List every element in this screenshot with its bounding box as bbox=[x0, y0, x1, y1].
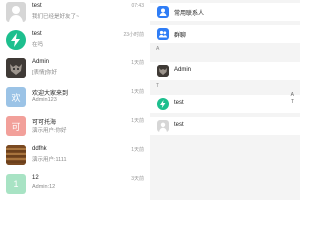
chat-last-message: 在吗 bbox=[32, 42, 44, 48]
chat-last-message: Admin:12 bbox=[32, 184, 56, 190]
chat-name: test bbox=[32, 3, 42, 9]
chat-item[interactable]: test 我们已经是好友了~ 07:43 bbox=[0, 2, 150, 28]
chat-time: 1天前 bbox=[131, 60, 144, 66]
avatar-text: 欢 bbox=[11, 92, 21, 103]
chat-name: 12 bbox=[32, 175, 39, 181]
contact-label: test bbox=[174, 100, 184, 106]
chat-last-message: 演示用户:你好 bbox=[32, 128, 67, 134]
index-letter-t[interactable]: T bbox=[291, 99, 294, 105]
default-person-icon bbox=[6, 2, 26, 22]
chat-name: 可可托海 bbox=[32, 120, 57, 126]
chat-last-message: Admin123 bbox=[32, 97, 57, 103]
chat-last-message: 演示用户:1111 bbox=[32, 157, 67, 163]
frequent-contacts-item[interactable]: 常用联系人 bbox=[150, 3, 300, 21]
wolf-photo-icon bbox=[157, 65, 169, 77]
avatar-text: 可 bbox=[11, 121, 21, 132]
avatar-text: 1 bbox=[13, 179, 19, 189]
person-icon bbox=[157, 6, 169, 18]
text-avatar: 欢 bbox=[6, 87, 26, 107]
chat-item[interactable]: 欢 欢迎大家来到 Admin123 1天前 bbox=[0, 87, 150, 113]
text-avatar: 1 bbox=[6, 174, 26, 194]
contact-label: Admin bbox=[174, 67, 192, 73]
chat-name: test bbox=[32, 31, 42, 37]
chat-item[interactable]: 可 可可托海 演示用户:你好 1天前 bbox=[0, 116, 150, 142]
chat-time: 1天前 bbox=[131, 147, 144, 153]
chat-time: 07:43 bbox=[131, 3, 144, 9]
chat-name: ddfhk bbox=[32, 146, 47, 152]
lightning-icon bbox=[157, 98, 169, 110]
chat-time: 1天前 bbox=[131, 118, 144, 124]
group-icon bbox=[157, 28, 169, 40]
contact-label: 常用联系人 bbox=[174, 11, 205, 17]
contact-label: test bbox=[174, 122, 184, 128]
contacts-panel: 常用联系人 群聊 A Admin T test test A T bbox=[150, 0, 300, 200]
contact-label: 群聊 bbox=[174, 33, 187, 39]
chat-name: 欢迎大家来到 bbox=[32, 91, 69, 97]
chat-last-message: 我们已经是好友了~ bbox=[32, 14, 80, 20]
lightning-icon bbox=[6, 30, 26, 50]
section-header-a: A bbox=[156, 46, 160, 52]
wolf-photo-icon bbox=[6, 58, 26, 78]
default-person-icon bbox=[157, 120, 169, 132]
chat-item[interactable]: 1 12 Admin:12 3天前 bbox=[0, 174, 150, 200]
text-avatar: 可 bbox=[6, 116, 26, 136]
contact-item[interactable]: test bbox=[150, 95, 300, 113]
index-letter-a[interactable]: A bbox=[291, 92, 294, 98]
chat-list: test 我们已经是好友了~ 07:43 test 在吗 23小时前 Admin… bbox=[0, 0, 150, 200]
chat-time: 1天前 bbox=[131, 89, 144, 95]
chat-item[interactable]: Admin [表情]你好 1天前 bbox=[0, 58, 150, 84]
chat-time: 23小时前 bbox=[123, 32, 144, 38]
section-header-t: T bbox=[156, 83, 160, 89]
chat-item[interactable]: test 在吗 23小时前 bbox=[0, 30, 150, 56]
wood-photo-icon bbox=[6, 145, 26, 165]
group-chats-item[interactable]: 群聊 bbox=[150, 25, 300, 43]
contact-item[interactable]: Admin bbox=[150, 62, 300, 80]
chat-item[interactable]: ddfhk 演示用户:1111 1天前 bbox=[0, 145, 150, 171]
contact-item[interactable]: test bbox=[150, 117, 300, 135]
chat-last-message: [表情]你好 bbox=[32, 70, 58, 76]
chat-name: Admin bbox=[32, 59, 50, 65]
chat-time: 3天前 bbox=[131, 176, 144, 182]
